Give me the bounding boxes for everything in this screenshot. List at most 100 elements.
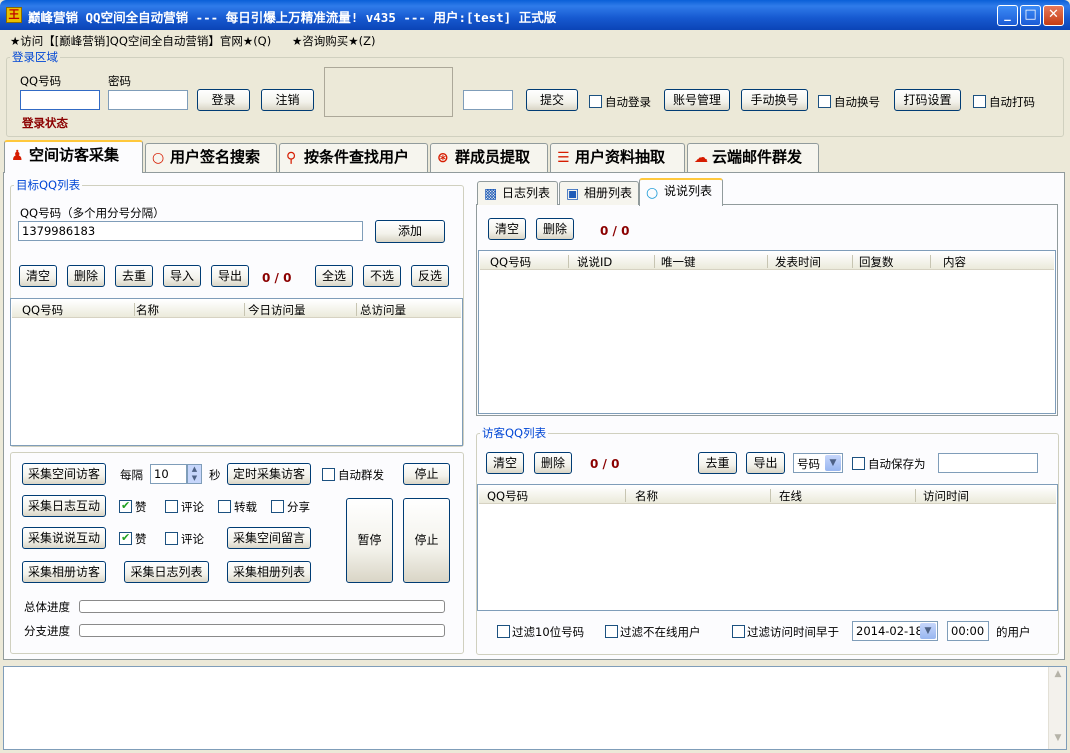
column-header[interactable]: 访问时间 bbox=[923, 488, 969, 504]
auto-login-checkbox[interactable] bbox=[589, 95, 602, 108]
visitor-export-button[interactable]: 导出 bbox=[746, 452, 785, 474]
chevron-down-icon[interactable]: ▼ bbox=[920, 623, 936, 639]
tab-blog-list[interactable]: ▩ 日志列表 bbox=[477, 181, 558, 205]
tab-signature-search[interactable]: ○ 用户签名搜索 bbox=[145, 143, 277, 172]
auto-captcha-checkbox[interactable] bbox=[973, 95, 986, 108]
like-checkbox-2[interactable] bbox=[119, 531, 132, 545]
invert-selection-button[interactable]: 反选 bbox=[411, 265, 449, 287]
target-qq-list[interactable]: QQ号码 名称 今日访问量 总访问量 bbox=[10, 298, 463, 446]
auto-switch-checkbox[interactable] bbox=[818, 95, 831, 108]
maximize-button[interactable]: □ bbox=[1020, 5, 1041, 26]
password-input[interactable] bbox=[108, 90, 188, 110]
account-management-button[interactable]: 账号管理 bbox=[664, 89, 730, 111]
tab-conditional-search[interactable]: ⚲ 按条件查找用户 bbox=[279, 143, 428, 172]
log-textarea[interactable] bbox=[3, 666, 1067, 750]
column-header[interactable]: 名称 bbox=[136, 302, 159, 318]
visitor-dedupe-button[interactable]: 去重 bbox=[698, 452, 737, 474]
filter-date-picker[interactable]: 2014-02-18 ▼ bbox=[852, 621, 938, 641]
target-dedupe-button[interactable]: 去重 bbox=[115, 265, 153, 287]
talk-list[interactable]: QQ号码 说说ID 唯一键 发表时间 回复数 内容 bbox=[478, 250, 1056, 414]
collect-album-button[interactable]: 采集相册访客 bbox=[22, 561, 106, 583]
menu-official-site[interactable]: ★访问【[巅峰营销]QQ空间全自动营销】官网★(Q) bbox=[10, 33, 271, 49]
talk-clear-button[interactable]: 清空 bbox=[488, 218, 526, 240]
select-all-button[interactable]: 全选 bbox=[315, 265, 353, 287]
interval-label: 每隔 bbox=[120, 468, 143, 482]
tab-cloud-mail[interactable]: ☁ 云端邮件群发 bbox=[687, 143, 819, 172]
tab-album-list[interactable]: ▣ 相册列表 bbox=[559, 181, 639, 205]
save-path-input[interactable] bbox=[938, 453, 1038, 473]
captcha-input[interactable] bbox=[463, 90, 513, 110]
visitor-list[interactable]: QQ号码 名称 在线 访问时间 bbox=[477, 484, 1058, 611]
select-none-button[interactable]: 不选 bbox=[363, 265, 401, 287]
add-button[interactable]: 添加 bbox=[375, 220, 445, 243]
collect-blog-list-button[interactable]: 采集日志列表 bbox=[124, 561, 209, 583]
filter-offline-checkbox[interactable] bbox=[605, 625, 618, 638]
column-header[interactable]: 内容 bbox=[943, 254, 966, 270]
stop-button-top[interactable]: 停止 bbox=[403, 463, 450, 485]
qq-input[interactable] bbox=[20, 90, 100, 110]
target-export-button[interactable]: 导出 bbox=[211, 265, 249, 287]
column-header[interactable]: 唯一键 bbox=[661, 254, 696, 270]
collect-talk-button[interactable]: 采集说说互动 bbox=[22, 527, 106, 549]
captcha-settings-button[interactable]: 打码设置 bbox=[894, 89, 961, 111]
collect-blog-button[interactable]: 采集日志互动 bbox=[22, 495, 106, 517]
column-header[interactable]: 在线 bbox=[779, 488, 802, 504]
filter-time-input[interactable]: 00:00 bbox=[947, 621, 989, 641]
column-header[interactable]: QQ号码 bbox=[22, 302, 63, 318]
auto-login-label: 自动登录 bbox=[605, 95, 651, 109]
tab-talk-list[interactable]: ○ 说说列表 bbox=[639, 178, 723, 206]
column-header[interactable]: 名称 bbox=[635, 488, 658, 504]
column-header[interactable]: QQ号码 bbox=[490, 254, 531, 270]
tab-visitor-collect[interactable]: ♟ 空间访客采集 bbox=[4, 140, 143, 173]
export-type-select[interactable]: 号码 ▼ bbox=[793, 453, 843, 473]
column-header[interactable]: 总访问量 bbox=[360, 302, 406, 318]
visitor-delete-button[interactable]: 删除 bbox=[534, 452, 572, 474]
column-header[interactable]: 回复数 bbox=[859, 254, 894, 270]
submit-button[interactable]: 提交 bbox=[526, 89, 578, 111]
target-qq-input[interactable]: 1379986183 bbox=[18, 221, 363, 241]
repost-checkbox[interactable] bbox=[218, 500, 231, 513]
pause-button[interactable]: 暂停 bbox=[346, 498, 393, 583]
target-clear-button[interactable]: 清空 bbox=[19, 265, 57, 287]
like-checkbox-1[interactable] bbox=[119, 499, 132, 513]
minimize-button[interactable]: _ bbox=[997, 5, 1018, 26]
qq-hint-label: QQ号码（多个用分号分隔） bbox=[20, 206, 165, 220]
tab-group-members[interactable]: ⊛ 群成员提取 bbox=[430, 143, 548, 172]
timed-collect-button[interactable]: 定时采集访客 bbox=[227, 463, 311, 485]
login-button[interactable]: 登录 bbox=[197, 89, 250, 111]
manual-switch-button[interactable]: 手动换号 bbox=[741, 89, 808, 111]
collect-visitors-button[interactable]: 采集空间访客 bbox=[22, 463, 106, 485]
column-header[interactable]: 今日访问量 bbox=[248, 302, 306, 318]
tab-label: 相册列表 bbox=[584, 186, 633, 200]
interval-spinner[interactable]: ▲ ▼ bbox=[187, 464, 202, 484]
list-icon: ☰ bbox=[557, 150, 570, 166]
collect-album-list-button[interactable]: 采集相册列表 bbox=[227, 561, 311, 583]
target-import-button[interactable]: 导入 bbox=[163, 265, 201, 287]
collect-message-button[interactable]: 采集空间留言 bbox=[227, 527, 311, 549]
auto-save-checkbox[interactable] bbox=[852, 457, 865, 470]
filter-time-checkbox[interactable] bbox=[732, 625, 745, 638]
stop-button-large[interactable]: 停止 bbox=[403, 498, 450, 583]
auto-mass-checkbox[interactable] bbox=[322, 468, 335, 481]
tab-profile-extract[interactable]: ☰ 用户资料抽取 bbox=[550, 143, 685, 172]
column-header[interactable]: QQ号码 bbox=[487, 488, 528, 504]
column-header[interactable]: 说说ID bbox=[577, 254, 612, 270]
logout-button[interactable]: 注销 bbox=[261, 89, 314, 111]
scroll-up-icon[interactable]: ▲ bbox=[1051, 669, 1065, 683]
filter-10-digit-checkbox[interactable] bbox=[497, 625, 510, 638]
target-delete-button[interactable]: 删除 bbox=[67, 265, 105, 287]
close-button[interactable]: ✕ bbox=[1043, 5, 1064, 26]
share-checkbox[interactable] bbox=[271, 500, 284, 513]
comment-checkbox-1[interactable] bbox=[165, 500, 178, 513]
branch-progress-label: 分支进度 bbox=[24, 624, 70, 638]
talk-delete-button[interactable]: 删除 bbox=[536, 218, 574, 240]
visitor-clear-button[interactable]: 清空 bbox=[486, 452, 524, 474]
column-header[interactable]: 发表时间 bbox=[775, 254, 821, 270]
comment-checkbox-2[interactable] bbox=[165, 532, 178, 545]
log-scrollbar[interactable]: ▲ ▼ bbox=[1048, 667, 1066, 749]
chevron-down-icon[interactable]: ▼ bbox=[825, 455, 841, 471]
interval-input[interactable]: 10 bbox=[150, 464, 187, 484]
scroll-down-icon[interactable]: ▼ bbox=[1051, 733, 1065, 747]
tab-label: 日志列表 bbox=[502, 186, 551, 200]
menu-purchase[interactable]: ★咨询购买★(Z) bbox=[292, 33, 375, 49]
